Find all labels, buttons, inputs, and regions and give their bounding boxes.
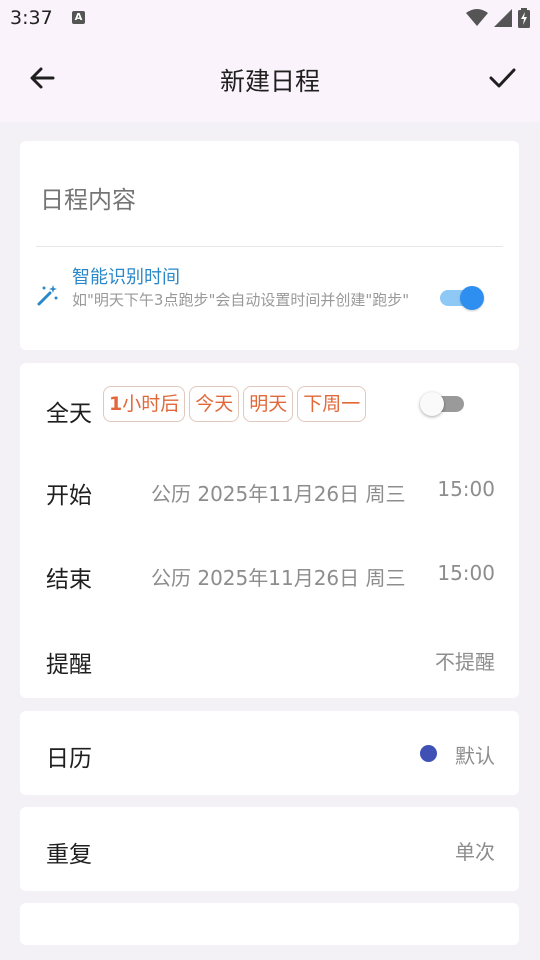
repeat-value: 单次 <box>455 840 495 864</box>
confirm-button[interactable] <box>484 60 520 96</box>
smart-recognition-desc: 如"明天下午3点跑步"会自动设置时间并创建"跑步" <box>72 291 410 309</box>
next-card <box>20 903 519 945</box>
smart-recognition-title: 智能识别时间 <box>72 267 180 288</box>
status-bar: 3:37 A <box>0 0 540 38</box>
app-bar: 新建日程 <box>0 38 540 122</box>
wifi-icon <box>466 9 488 26</box>
status-time: 3:37 <box>10 7 53 29</box>
time-card: 全天 1小时后 今天 明天 下周一 开始 公历 2025年11月26日 周三 1… <box>20 363 519 698</box>
divider <box>36 246 503 247</box>
all-day-label: 全天 <box>46 401 92 427</box>
end-date[interactable]: 公历 2025年11月26日 周三 <box>151 562 406 591</box>
page-title: 新建日程 <box>219 67 320 96</box>
start-date[interactable]: 公历 2025年11月26日 周三 <box>151 478 406 507</box>
event-content-input[interactable] <box>38 185 492 215</box>
all-day-toggle[interactable] <box>420 391 466 417</box>
reminder-value: 不提醒 <box>435 650 495 674</box>
chip-label: 明天 <box>249 393 288 415</box>
chip-label: 小时后 <box>122 393 180 415</box>
toggle-knob <box>460 286 484 310</box>
end-label: 结束 <box>46 567 92 593</box>
calendar-label: 日历 <box>46 746 92 772</box>
toggle-knob <box>420 392 444 416</box>
smart-recognition-toggle[interactable] <box>438 285 484 311</box>
start-label: 开始 <box>46 483 92 509</box>
chip-bold: 1 <box>109 393 123 415</box>
signal-icon <box>494 9 512 27</box>
calendar-value: 默认 <box>455 744 495 768</box>
end-time[interactable]: 15:00 <box>437 561 495 585</box>
content-card: 智能识别时间 如"明天下午3点跑步"会自动设置时间并创建"跑步" <box>20 141 519 350</box>
reminder-label: 提醒 <box>46 652 92 678</box>
chip-tomorrow[interactable]: 明天 <box>243 386 294 422</box>
calendar-row[interactable]: 日历 默认 <box>20 711 519 795</box>
repeat-label: 重复 <box>46 842 92 868</box>
chip-today[interactable]: 今天 <box>189 386 240 422</box>
check-icon <box>489 68 516 88</box>
quick-time-chips: 1小时后 今天 明天 下周一 <box>103 386 367 422</box>
calendar-color-dot <box>420 745 437 762</box>
chip-label: 今天 <box>195 393 234 415</box>
chip-label: 下周一 <box>303 393 361 415</box>
chip-next-monday[interactable]: 下周一 <box>297 386 367 422</box>
magic-wand-icon <box>37 285 58 306</box>
chip-one-hour-later[interactable]: 1小时后 <box>103 386 186 422</box>
repeat-row[interactable]: 重复 单次 <box>20 807 519 891</box>
start-time[interactable]: 15:00 <box>437 477 495 501</box>
notification-icon: A <box>72 11 85 24</box>
battery-icon <box>518 8 530 28</box>
status-icons <box>466 8 530 28</box>
